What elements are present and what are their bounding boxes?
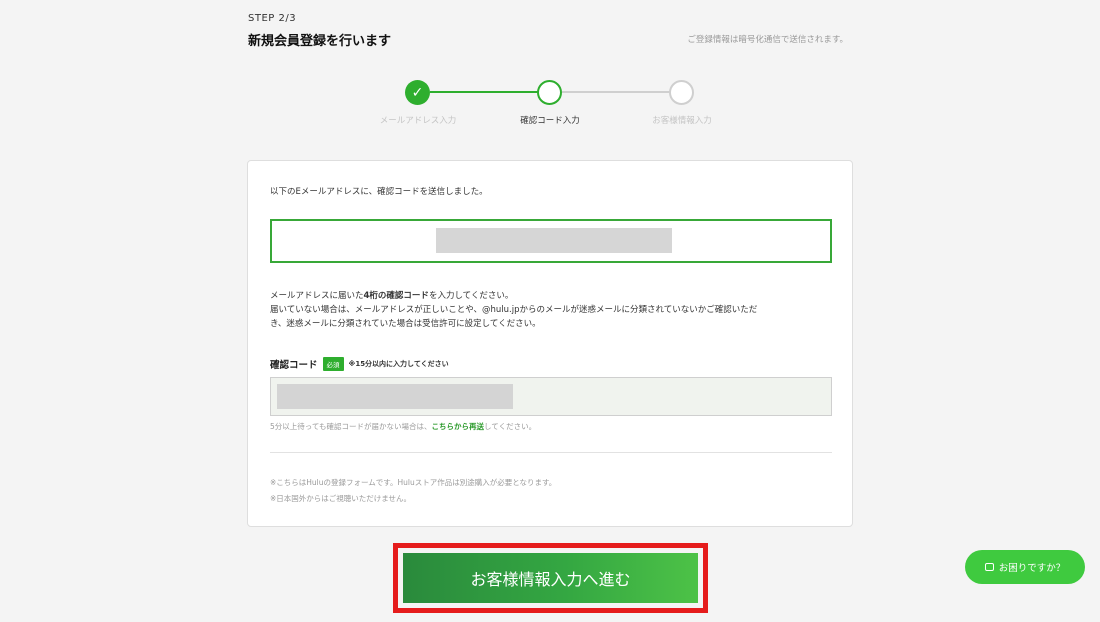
note-1: ※こちらはHuluの登録フォームです。Huluストア作品は別途購入が必要となりま…	[270, 478, 557, 487]
step-3-circle	[669, 80, 694, 105]
instructions-line-1: メールアドレスに届いた4桁の確認コードを入力してください。	[270, 289, 835, 303]
step-2-label: 確認コード入力	[520, 116, 580, 126]
proceed-button[interactable]: お客様情報入力へ進む	[403, 553, 698, 603]
instructions: メールアドレスに届いた4桁の確認コードを入力してください。 届いていない場合は、…	[270, 289, 835, 331]
resend-link[interactable]: こちらから再送	[432, 422, 485, 431]
progress-track-todo	[562, 91, 670, 93]
resend-prefix: 5分以上待っても確認コードが届かない場合は、	[270, 422, 432, 431]
instructions-suffix: を入力してください。	[428, 291, 514, 301]
progress-track-done	[430, 91, 538, 93]
progress-steps: ✓ メールアドレス入力 確認コード入力 お客様情報入力	[0, 0, 1100, 140]
divider	[270, 452, 832, 453]
verification-code-input[interactable]	[270, 377, 832, 416]
instructions-emphasis: 4桁の確認コード	[363, 291, 429, 301]
code-label: 確認コード	[270, 360, 318, 371]
email-redaction	[436, 228, 672, 253]
step-1-circle: ✓	[405, 80, 430, 105]
instructions-line-2: 届いていない場合は、メールアドレスが正しいことや、@hulu.jpからのメールが…	[270, 305, 758, 315]
step-3-label: お客様情報入力	[652, 116, 712, 126]
code-redaction	[277, 384, 513, 409]
verification-card: 以下のEメールアドレスに、確認コードを送信しました。 メールアドレスに届いた4桁…	[247, 160, 853, 527]
instructions-line-3: き、迷惑メールに分類されていた場合は受信許可に設定してください。	[270, 319, 541, 329]
sent-message: 以下のEメールアドレスに、確認コードを送信しました。	[270, 187, 488, 197]
time-limit-note: ※15分以内に入力してください	[348, 360, 449, 368]
help-label: お困りですか？	[998, 563, 1066, 574]
note-2: ※日本国外からはご視聴いただけません。	[270, 494, 412, 503]
step-1-label: メールアドレス入力	[379, 116, 457, 126]
step-2-circle	[537, 80, 562, 105]
resend-suffix: してください。	[484, 422, 537, 431]
resend-row: 5分以上待っても確認コードが届かない場合は、こちらから再送してください。	[270, 421, 536, 432]
code-label-row: 確認コード 必須 ※15分以内に入力してください	[270, 357, 449, 371]
notes: ※こちらはHuluの登録フォームです。Huluストア作品は別途購入が必要となりま…	[270, 475, 556, 507]
required-badge: 必須	[322, 357, 344, 371]
instructions-prefix: メールアドレスに届いた	[270, 291, 364, 301]
email-display	[270, 219, 832, 263]
chat-icon	[984, 563, 994, 571]
check-icon: ✓	[411, 84, 424, 101]
help-button[interactable]: お困りですか？	[965, 550, 1085, 584]
